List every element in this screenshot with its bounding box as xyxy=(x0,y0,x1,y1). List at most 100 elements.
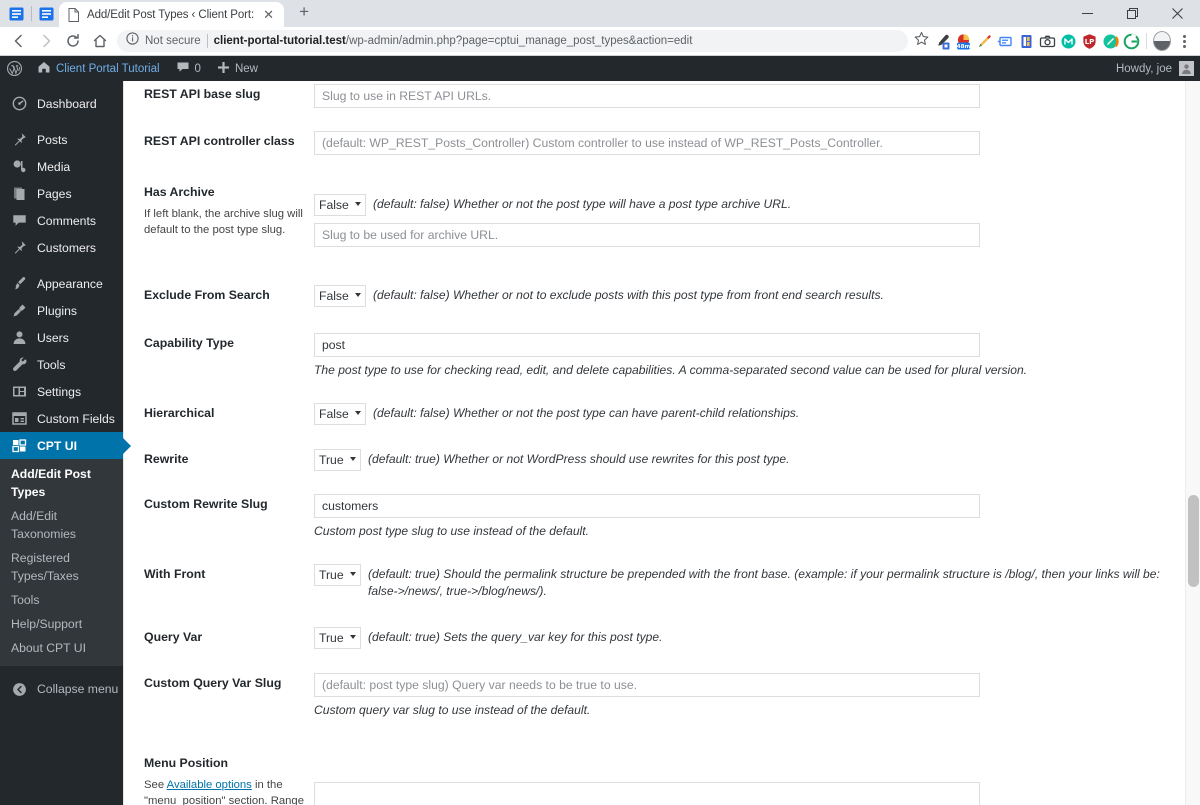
sidebar-item-tools[interactable]: Tools xyxy=(0,351,123,378)
sidebar-subitem-add-edit-taxonomies[interactable]: Add/Edit Taxonomies xyxy=(0,504,123,546)
back-button[interactable] xyxy=(6,28,32,54)
svg-text:LP: LP xyxy=(1084,38,1094,46)
exclude-from-search-select[interactable]: False xyxy=(314,285,366,307)
hierarchical-label: Hierarchical xyxy=(144,406,215,420)
sidebar-item-plugins[interactable]: Plugins xyxy=(0,297,123,324)
sidebar-item-users[interactable]: Users xyxy=(0,324,123,351)
tabstrip-divider xyxy=(31,6,32,21)
sidebar-item-customers[interactable]: Customers xyxy=(0,234,123,261)
home-icon xyxy=(37,60,51,77)
sidebar-item-label: Custom Fields xyxy=(37,411,115,426)
info-circle-icon[interactable] xyxy=(126,32,139,50)
page-scrollbar[interactable] xyxy=(1185,81,1200,805)
new-tab-button[interactable]: + xyxy=(290,0,318,27)
has-archive-label: Has Archive xyxy=(144,185,215,199)
capability-type-input[interactable] xyxy=(314,333,980,357)
wp-admin-sidebar: Dashboard Posts Media Pages Comments Cus… xyxy=(0,81,131,805)
google-extension-icon[interactable] xyxy=(1122,32,1140,50)
sidebar-item-label: Media xyxy=(37,159,71,174)
sidebar-subitem-add-edit-post-types[interactable]: Add/Edit Post Types xyxy=(0,462,123,504)
account-menu[interactable]: Howdy, joe xyxy=(1116,61,1200,76)
dropper-extension-icon[interactable] xyxy=(933,32,951,50)
sidebar-item-cpt-ui[interactable]: CPT UI xyxy=(0,432,131,459)
browser-tab[interactable]: Add/Edit Post Types ‹ Client Port: ✕ xyxy=(59,2,285,27)
sidebar-item-comments[interactable]: Comments xyxy=(0,207,123,234)
chrome-menu-icon[interactable] xyxy=(1174,32,1194,50)
marker-extension-icon[interactable] xyxy=(975,32,993,50)
query-var-select-wrap: True xyxy=(314,627,361,649)
sidebar-subitem-about-cpt-ui[interactable]: About CPT UI xyxy=(0,636,123,660)
capability-type-description: The post type to use for checking read, … xyxy=(314,363,1028,377)
custom-fields-icon xyxy=(10,411,28,426)
howdy-label: Howdy, joe xyxy=(1115,62,1172,75)
has-archive-select[interactable]: False xyxy=(314,194,366,216)
available-options-link[interactable]: Available options xyxy=(167,779,252,791)
tab-title: Add/Edit Post Types ‹ Client Port: xyxy=(87,8,255,21)
field-row-capability-type: Capability Type The post type to use for… xyxy=(144,307,1182,379)
rewrite-select[interactable]: True xyxy=(314,449,361,471)
tab-close-icon[interactable]: ✕ xyxy=(261,7,276,22)
field-label-wrap: Has Archive If left blank, the archive s… xyxy=(144,182,314,238)
forward-button[interactable] xyxy=(33,28,59,54)
has-archive-select-line: False (default: false) Whether or not th… xyxy=(314,194,1182,216)
capability-type-label: Capability Type xyxy=(144,336,234,350)
sidebar-subitem-help-support[interactable]: Help/Support xyxy=(0,612,123,636)
sidebar-item-dashboard[interactable]: Dashboard xyxy=(0,90,123,117)
minimize-button[interactable] xyxy=(1065,0,1110,27)
home-button[interactable] xyxy=(87,28,113,54)
sidebar-item-appearance[interactable]: Appearance xyxy=(0,270,123,297)
camera-extension-icon[interactable] xyxy=(1038,32,1056,50)
field-control-wrap: Custom query var slug to use instead of … xyxy=(314,673,1182,719)
field-label-wrap: Menu Position See Available options in t… xyxy=(144,753,314,805)
sidebar-item-settings[interactable]: Settings xyxy=(0,378,123,405)
bookmark-star-icon[interactable] xyxy=(914,31,929,51)
rest-api-base-slug-input[interactable] xyxy=(314,84,980,108)
menu-position-sub-prefix: See xyxy=(144,779,167,791)
address-bar[interactable]: Not secure client-portal-tutorial.test/w… xyxy=(117,30,908,52)
custom-query-var-slug-input[interactable] xyxy=(314,673,980,697)
query-var-select[interactable]: True xyxy=(314,627,361,649)
browser-window: Add/Edit Post Types ‹ Client Port: ✕ + N… xyxy=(0,0,1200,805)
reading-list-icon[interactable] xyxy=(38,6,55,22)
profile-avatar-button[interactable] xyxy=(1153,31,1171,51)
wordpress-logo-icon[interactable] xyxy=(0,56,29,81)
reload-button[interactable] xyxy=(60,28,86,54)
close-window-button[interactable] xyxy=(1155,0,1200,27)
hierarchical-select[interactable]: False xyxy=(314,403,366,425)
sidebar-subitem-registered-types-taxes[interactable]: Registered Types/Taxes xyxy=(0,546,123,588)
rest-api-controller-class-input[interactable] xyxy=(314,131,980,155)
grammarly-extension-icon[interactable] xyxy=(1101,32,1119,50)
page-scrollbar-thumb[interactable] xyxy=(1188,495,1199,587)
plus-icon xyxy=(217,61,230,77)
menu-position-input[interactable] xyxy=(314,782,980,805)
sidebar-item-posts[interactable]: Posts xyxy=(0,126,123,153)
sidebar-item-media[interactable]: Media xyxy=(0,153,123,180)
with-front-description: (default: true) Should the permalink str… xyxy=(368,567,1160,598)
new-content-menu[interactable]: New xyxy=(209,56,266,81)
url-domain: client-portal-tutorial.test xyxy=(213,35,346,47)
lastpass-extension-icon[interactable]: LP xyxy=(1080,32,1098,50)
collapse-menu-button[interactable]: Collapse menu xyxy=(0,675,123,703)
extension-icons: 48m LP xyxy=(930,31,1194,51)
sidebar-subitem-tools[interactable]: Tools xyxy=(0,588,123,612)
has-archive-slug-input[interactable] xyxy=(314,223,980,247)
maximize-restore-button[interactable] xyxy=(1110,0,1155,27)
tab-search-list-icon[interactable] xyxy=(8,6,25,22)
site-name-menu[interactable]: Client Portal Tutorial xyxy=(29,56,168,81)
momentum-extension-icon[interactable] xyxy=(1059,32,1077,50)
field-row-query-var: Query Var True (default: true) Sets the … xyxy=(144,600,1182,649)
with-front-select[interactable]: True xyxy=(314,564,361,586)
field-row-has-archive: Has Archive If left blank, the archive s… xyxy=(144,155,1182,247)
sidebar-item-pages[interactable]: Pages xyxy=(0,180,123,207)
bitwarden-extension-icon[interactable] xyxy=(1017,32,1035,50)
card-extension-icon[interactable] xyxy=(996,32,1014,50)
sidebar-item-label: Dashboard xyxy=(37,96,97,111)
field-control-wrap: True (default: true) Should the permalin… xyxy=(314,564,1182,600)
custom-rewrite-slug-input[interactable] xyxy=(314,494,980,518)
field-row-custom-query-var-slug: Custom Query Var Slug Custom query var s… xyxy=(144,649,1182,719)
sidebar-item-label: Plugins xyxy=(37,303,77,318)
comments-menu[interactable]: 0 xyxy=(168,56,209,81)
timer-extension-icon[interactable]: 48m xyxy=(954,32,972,50)
tab-strip: Add/Edit Post Types ‹ Client Port: ✕ + xyxy=(0,0,1200,27)
sidebar-item-custom-fields[interactable]: Custom Fields xyxy=(0,405,123,432)
